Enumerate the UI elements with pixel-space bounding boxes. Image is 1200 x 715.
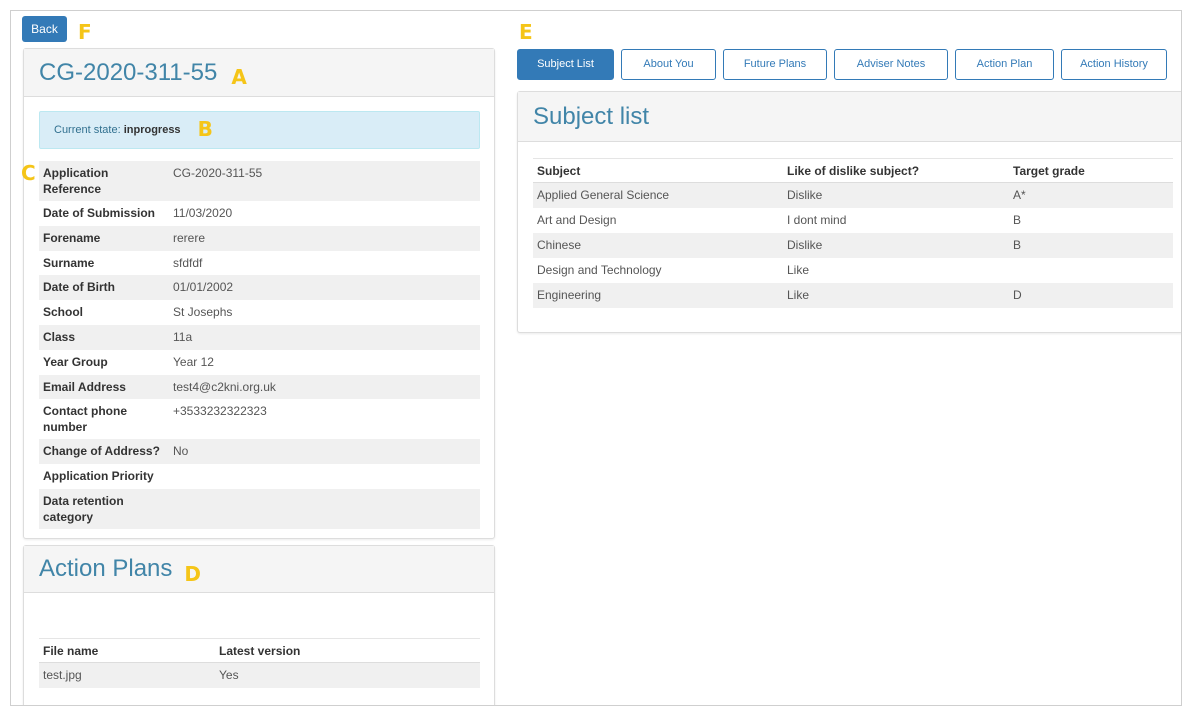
target-grade-cell: B [1013,238,1022,252]
detail-value: 11/03/2020 [173,206,233,220]
application-panel: CG-2020-311-55 A Current state: inprogre… [23,48,495,539]
detail-value: sfdfdf [173,255,203,270]
like-cell: I dont mind [787,213,847,227]
application-title: CG-2020-311-55 [39,58,218,86]
tab-bar: Subject List About You Future Plans Adviser… [517,49,1167,80]
detail-row: Forename rerere [39,225,480,251]
marker-d: D [184,562,202,586]
detail-value: CG-2020-311-55 [173,166,263,180]
state-alert: Current state: inprogress B [39,111,480,149]
target-grade-cell: B [1013,213,1022,227]
column-header-file-name: File name [39,638,215,663]
subject-list-panel: Subject list Subject Like of dislike sub… [517,91,1181,333]
marker-a: A [231,64,247,89]
detail-label: Year Group [43,354,108,369]
detail-row: Data retention category [39,488,480,529]
column-header-like: Like of dislike subject? [783,158,1009,183]
table-row: Art and Design I dont mind B [533,208,1173,233]
table-row: Engineering Like D [533,282,1173,308]
subject-cell: Design and Technology [537,263,662,277]
detail-row: Application Reference CG-2020-311-55 [39,161,480,201]
detail-value: No [173,444,189,459]
column-header-latest-version: Latest version [215,638,480,663]
tab-subject-list[interactable]: Subject List [517,49,614,80]
subject-cell: Art and Design [537,213,617,227]
like-cell: Like [787,288,810,302]
column-header-subject: Subject [533,158,783,183]
marker-c: C [21,161,36,185]
table-row: test.jpg Yes [39,662,480,688]
action-plans-heading: Action Plans D [24,546,494,593]
subject-list-table: Subject Like of dislike subject? Target … [533,158,1173,308]
detail-row: Contact phone number +3533232322323 [39,399,480,439]
target-grade-cell: D [1013,288,1022,302]
tab-action-history[interactable]: Action History [1061,49,1167,80]
action-plans-table: File name Latest version test.jpg Yes [39,638,480,688]
like-cell: Dislike [787,238,823,252]
file-name-cell: test.jpg [43,668,82,683]
detail-row: Email Address test4@c2kni.org.uk [39,374,480,400]
marker-e: E [519,20,533,44]
detail-row: Class 11a [39,324,480,350]
detail-value: Year 12 [173,354,214,369]
detail-row: Date of Birth 01/01/2002 [39,275,480,301]
tab-future-plans[interactable]: Future Plans [723,49,827,80]
table-row: Chinese Dislike B [533,232,1173,258]
page-frame: Back F CG-2020-311-55 A Current state: i… [10,10,1182,706]
subject-cell: Engineering [537,288,602,302]
like-cell: Like [787,263,810,277]
detail-row: Change of Address? No [39,439,480,465]
action-plans-panel: Action Plans D File name Latest version … [23,545,495,705]
tab-about-you[interactable]: About You [621,49,716,80]
detail-value: +3533232322323 [173,404,267,419]
detail-value [169,489,480,529]
subject-list-title: Subject list [533,102,650,130]
tab-action-plan[interactable]: Action Plan [955,49,1054,80]
detail-label: Application Reference [43,166,109,196]
target-grade-cell: A* [1013,188,1026,203]
state-value: inprogress [123,124,181,136]
detail-value: St Josephs [173,305,233,320]
detail-label: Date of Birth [43,280,115,295]
action-plans-title: Action Plans [39,555,173,582]
table-row: Applied General Science Dislike A* [533,182,1173,208]
detail-row: Surname sfdfdf [39,251,480,276]
marker-f: F [78,20,92,44]
subject-cell: Applied General Science [537,188,670,203]
back-button[interactable]: Back [22,16,67,42]
tab-adviser-notes[interactable]: Adviser Notes [834,49,948,80]
detail-value: rerere [173,230,206,245]
detail-value: 11a [173,329,193,344]
detail-row: Application Priority [39,464,480,489]
subject-cell: Chinese [537,238,582,252]
detail-label: Application Priority [43,469,154,484]
detail-value [169,464,480,489]
application-heading: CG-2020-311-55 A [24,49,494,97]
table-row: Design and Technology Like [533,258,1173,283]
detail-label: School [43,305,84,320]
state-label: Current state: [54,124,121,136]
detail-label: Contact phone number [43,404,127,435]
detail-row: Date of Submission 11/03/2020 [39,201,480,226]
detail-label: Class [43,329,76,344]
target-grade-cell [1009,258,1173,283]
marker-b: B [197,117,213,141]
like-cell: Dislike [787,188,823,203]
detail-label: Data retention category [43,493,124,524]
application-details-table: Application Reference CG-2020-311-55 Date … [39,161,480,529]
detail-label: Change of Address? [43,444,160,459]
detail-label: Email Address [43,379,126,394]
detail-value: 01/01/2002 [173,280,234,295]
latest-version-cell: Yes [219,668,239,683]
detail-row: School St Josephs [39,300,480,325]
detail-label: Date of Submission [43,206,156,220]
column-header-target-grade: Target grade [1009,158,1173,183]
detail-label: Surname [43,255,95,270]
detail-row: Year Group Year 12 [39,350,480,375]
detail-label: Forename [43,230,101,245]
detail-value: test4@c2kni.org.uk [173,379,276,394]
subject-list-heading: Subject list [518,92,1181,142]
